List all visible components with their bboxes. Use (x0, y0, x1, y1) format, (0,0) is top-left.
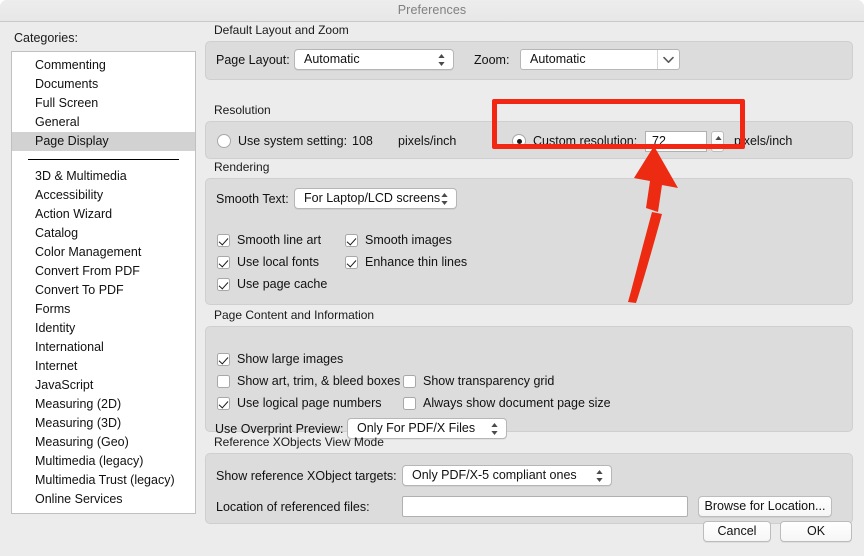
label-enhance-thin-lines: Enhance thin lines (365, 255, 468, 269)
sidebar-item-catalog[interactable]: Catalog (12, 224, 195, 243)
sidebar-item-measuring-2d[interactable]: Measuring (2D) (12, 395, 195, 414)
group-title-default-layout: Default Layout and Zoom (214, 23, 349, 37)
smooth-text-select[interactable]: For Laptop/LCD screens (294, 188, 457, 209)
custom-resolution-stepper[interactable] (711, 131, 724, 152)
ok-button[interactable]: OK (780, 521, 852, 542)
sidebar-item-convert-to-pdf[interactable]: Convert To PDF (12, 281, 195, 300)
checkbox-use-page-cache[interactable] (217, 278, 230, 291)
sidebar-item-full-screen[interactable]: Full Screen (12, 94, 195, 113)
radio-use-system-setting[interactable] (217, 134, 231, 148)
label-smooth-line-art: Smooth line art (237, 233, 322, 247)
sidebar-item-multimedia-trust-legacy[interactable]: Multimedia Trust (legacy) (12, 471, 195, 490)
cancel-button[interactable]: Cancel (703, 521, 771, 542)
categories-heading: Categories: (14, 31, 78, 45)
label-smooth-images: Smooth images (365, 233, 452, 247)
custom-resolution-input[interactable]: 72 (645, 131, 707, 152)
sidebar-item-page-display[interactable]: Page Display (12, 132, 195, 151)
show-reference-xobject-targets-label: Show reference XObject targets: (216, 469, 397, 483)
preferences-content: Default Layout and Zoom Page Layout: Aut… (205, 23, 853, 542)
label-show-transparency-grid: Show transparency grid (423, 374, 555, 388)
sidebar-item-measuring-3d[interactable]: Measuring (3D) (12, 414, 195, 433)
checkbox-use-local-fonts[interactable] (217, 256, 230, 269)
sidebar-item-3d-multimedia[interactable]: 3D & Multimedia (12, 167, 195, 186)
show-reference-xobject-targets-value: Only PDF/X-5 compliant ones (412, 468, 577, 482)
group-title-rendering: Rendering (214, 160, 270, 174)
checkbox-show-art-trim-bleed-boxes[interactable] (217, 375, 230, 388)
checkbox-use-logical-page-numbers[interactable] (217, 397, 230, 410)
system-resolution-value: 108 (352, 134, 373, 148)
sidebar-item-action-wizard[interactable]: Action Wizard (12, 205, 195, 224)
sidebar-item-convert-from-pdf[interactable]: Convert From PDF (12, 262, 195, 281)
sidebar-separator (28, 159, 179, 160)
group-box-page-content: Show large images Show art, trim, & blee… (205, 326, 853, 432)
label-use-local-fonts: Use local fonts (237, 255, 319, 269)
sidebar-item-internet[interactable]: Internet (12, 357, 195, 376)
show-reference-xobject-targets-select[interactable]: Only PDF/X-5 compliant ones (402, 465, 612, 486)
label-use-logical-page-numbers: Use logical page numbers (237, 396, 382, 410)
sidebar-item-multimedia-legacy[interactable]: Multimedia (legacy) (12, 452, 195, 471)
label-show-art-trim-bleed-boxes: Show art, trim, & bleed boxes (237, 374, 401, 388)
sidebar-item-forms[interactable]: Forms (12, 300, 195, 319)
label-always-show-document-page-size: Always show document page size (423, 396, 611, 410)
zoom-value: Automatic (530, 52, 586, 66)
label-show-large-images: Show large images (237, 352, 344, 366)
group-box-default-layout: Page Layout: Automatic Zoom: Automatic (205, 41, 853, 80)
sidebar-item-javascript[interactable]: JavaScript (12, 376, 195, 395)
page-layout-select[interactable]: Automatic (294, 49, 454, 70)
window-titlebar: Preferences (0, 0, 864, 22)
group-box-resolution: Use system setting: 108 pixels/inch Cust… (205, 121, 853, 159)
location-of-referenced-files-input[interactable] (402, 496, 688, 517)
sidebar-item-measuring-geo[interactable]: Measuring (Geo) (12, 433, 195, 452)
overprint-preview-label: Use Overprint Preview: (215, 422, 344, 436)
radio-custom-resolution[interactable] (512, 134, 526, 148)
group-box-reference-xobjects: Show reference XObject targets: Only PDF… (205, 453, 853, 524)
checkbox-always-show-document-page-size[interactable] (403, 397, 416, 410)
custom-resolution-label: Custom resolution: (533, 134, 638, 148)
overprint-preview-value: Only For PDF/X Files (357, 421, 476, 435)
checkbox-show-transparency-grid[interactable] (403, 375, 416, 388)
checkbox-smooth-line-art[interactable] (217, 234, 230, 247)
updown-chevrons-icon (595, 469, 604, 483)
page-layout-label: Page Layout: (216, 53, 290, 67)
group-title-resolution: Resolution (214, 103, 271, 117)
updown-chevrons-icon (437, 53, 446, 67)
sidebar-item-international[interactable]: International (12, 338, 195, 357)
group-title-reference-xobjects: Reference XObjects View Mode (214, 435, 384, 449)
checkbox-enhance-thin-lines[interactable] (345, 256, 358, 269)
custom-resolution-unit: pixels/inch (734, 134, 793, 148)
sidebar-item-color-management[interactable]: Color Management (12, 243, 195, 262)
sidebar-item-identity[interactable]: Identity (12, 319, 195, 338)
group-box-rendering: Smooth Text: For Laptop/LCD screens Smoo… (205, 178, 853, 305)
browse-for-location-button[interactable]: Browse for Location... (698, 496, 832, 517)
sidebar-item-commenting[interactable]: Commenting (12, 56, 195, 75)
sidebar-item-documents[interactable]: Documents (12, 75, 195, 94)
chevron-down-icon (657, 50, 679, 69)
label-use-page-cache: Use page cache (237, 277, 328, 291)
use-system-setting-label: Use system setting: (238, 134, 348, 148)
group-title-page-content: Page Content and Information (214, 308, 375, 322)
checkbox-smooth-images[interactable] (345, 234, 358, 247)
updown-chevrons-icon (490, 422, 499, 436)
sidebar-item-general[interactable]: General (12, 113, 195, 132)
preferences-window: Preferences Categories: Commenting Docum… (0, 0, 864, 556)
checkbox-show-large-images[interactable] (217, 353, 230, 366)
categories-list[interactable]: Commenting Documents Full Screen General… (11, 51, 196, 514)
system-resolution-unit: pixels/inch (398, 134, 457, 148)
page-layout-value: Automatic (304, 52, 360, 66)
sidebar-item-online-services[interactable]: Online Services (12, 490, 195, 509)
updown-chevrons-icon (440, 192, 449, 206)
location-of-referenced-files-label: Location of referenced files: (216, 500, 370, 514)
zoom-select[interactable]: Automatic (520, 49, 680, 70)
smooth-text-label: Smooth Text: (216, 192, 289, 206)
zoom-label: Zoom: (474, 53, 510, 67)
sidebar-item-accessibility[interactable]: Accessibility (12, 186, 195, 205)
smooth-text-value: For Laptop/LCD screens (304, 191, 441, 205)
window-title: Preferences (397, 3, 467, 17)
